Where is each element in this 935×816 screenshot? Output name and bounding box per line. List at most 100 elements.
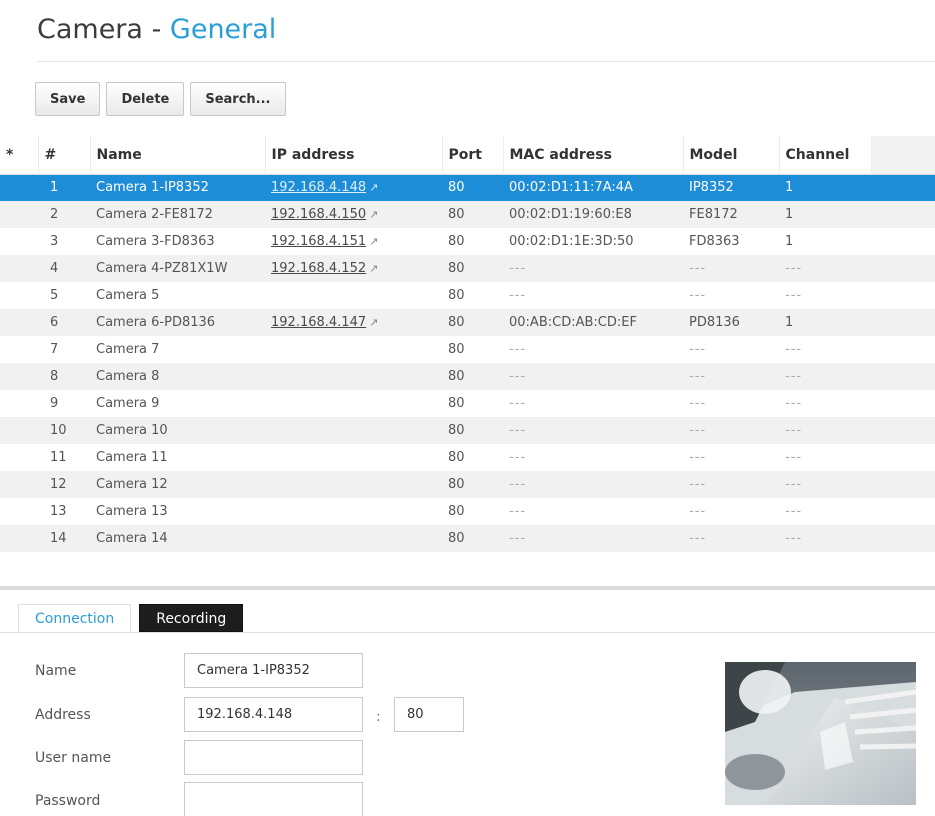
delete-button[interactable]: Delete [106, 82, 185, 116]
cell-star [0, 228, 38, 255]
address-field[interactable] [184, 697, 363, 732]
table-row[interactable]: 8 Camera 8 80 --- --- --- [0, 363, 935, 390]
external-link-icon[interactable]: ↗ [369, 181, 378, 194]
cell-spacer [871, 255, 935, 282]
password-field[interactable] [184, 782, 363, 816]
table-header: * # Name IP address Port MAC address Mod… [0, 136, 935, 174]
ip-link[interactable]: 192.168.4.150 [271, 207, 366, 222]
table-row[interactable]: 4 Camera 4-PZ81X1W 192.168.4.152 ↗ 80 --- --- -… [0, 255, 935, 282]
external-link-icon[interactable]: ↗ [369, 208, 378, 221]
tab-connection[interactable]: Connection [18, 604, 132, 632]
table-row[interactable]: 14 Camera 14 80 --- --- --- [0, 525, 935, 552]
col-header-star[interactable]: * [0, 136, 39, 174]
cell-model: --- [683, 363, 779, 390]
table-row[interactable]: 2 Camera 2-FE8172 192.168.4.150 ↗ 80 00:02:D1… [0, 201, 935, 228]
cell-name: Camera 12 [90, 471, 265, 498]
cell-model-text: --- [689, 423, 707, 438]
cell-mac: --- [503, 390, 683, 417]
ip-link[interactable]: 192.168.4.147 [271, 315, 366, 330]
save-button[interactable]: Save [35, 82, 101, 116]
cell-spacer [871, 201, 935, 228]
username-field[interactable] [184, 740, 363, 775]
external-link-icon[interactable]: ↗ [369, 262, 378, 275]
cell-name-text: Camera 3-FD8363 [96, 234, 215, 249]
col-header-mac[interactable]: MAC address [503, 136, 684, 174]
table-row[interactable]: 6 Camera 6-PD8136 192.168.4.147 ↗ 80 00:AB:CD… [0, 309, 935, 336]
password-label: Password [35, 793, 101, 809]
cell-channel-text: --- [785, 369, 803, 384]
cell-star [0, 282, 38, 309]
col-header-port[interactable]: Port [442, 136, 504, 174]
tab-recording[interactable]: Recording [139, 604, 244, 632]
cell-star [0, 255, 38, 282]
col-header-spacer [871, 136, 935, 174]
col-header-channel[interactable]: Channel [779, 136, 872, 174]
table-row[interactable]: 10 Camera 10 80 --- --- --- [0, 417, 935, 444]
cell-port-text: 80 [448, 477, 465, 492]
cell-port-text: 80 [448, 450, 465, 465]
page-title: Camera - General [37, 14, 276, 45]
table-row[interactable]: 7 Camera 7 80 --- --- --- [0, 336, 935, 363]
ip-link[interactable]: 192.168.4.151 [271, 234, 366, 249]
table-row[interactable]: 11 Camera 11 80 --- --- --- [0, 444, 935, 471]
cell-ip [265, 363, 442, 390]
col-header-number[interactable]: # [38, 136, 91, 174]
cell-model-text: --- [689, 450, 707, 465]
cell-port: 80 [442, 471, 503, 498]
camera-preview-scene [725, 662, 916, 805]
cell-mac-text: --- [509, 261, 527, 276]
cell-star [0, 309, 38, 336]
col-header-name[interactable]: Name [90, 136, 266, 174]
table-row[interactable]: 5 Camera 5 80 --- --- --- [0, 282, 935, 309]
cell-model-text: --- [689, 504, 707, 519]
cell-ip [265, 417, 442, 444]
cell-number: 9 [38, 390, 90, 417]
cell-spacer [871, 444, 935, 471]
table-row[interactable]: 12 Camera 12 80 --- --- --- [0, 471, 935, 498]
cell-star [0, 444, 38, 471]
cell-model-text: --- [689, 342, 707, 357]
cell-number-text: 3 [50, 234, 59, 249]
external-link-icon[interactable]: ↗ [369, 235, 378, 248]
cell-mac-text: --- [509, 342, 527, 357]
cell-port-text: 80 [448, 342, 465, 357]
cell-number-text: 12 [50, 477, 67, 492]
cell-channel-text: --- [785, 504, 803, 519]
port-separator: : [376, 709, 381, 725]
camera-table-container[interactable]: * # Name IP address Port MAC address Mod… [0, 136, 935, 586]
table-row[interactable]: 1 Camera 1-IP8352 192.168.4.148 ↗ 80 00:02:D1… [0, 174, 935, 201]
cell-channel-text: 1 [785, 234, 794, 249]
ip-link[interactable]: 192.168.4.148 [271, 180, 366, 195]
cell-name-text: Camera 6-PD8136 [96, 315, 216, 330]
cell-ip: 192.168.4.147 ↗ [265, 309, 442, 336]
cell-port-text: 80 [448, 315, 465, 330]
cell-ip [265, 444, 442, 471]
cell-mac: --- [503, 471, 683, 498]
col-header-ip[interactable]: IP address [265, 136, 443, 174]
name-field[interactable] [184, 653, 363, 688]
col-header-model[interactable]: Model [683, 136, 780, 174]
cell-ip: 192.168.4.150 ↗ [265, 201, 442, 228]
cell-channel: --- [779, 471, 871, 498]
cell-name-text: Camera 4-PZ81X1W [96, 261, 228, 276]
ip-link[interactable]: 192.168.4.152 [271, 261, 366, 276]
panel-splitter[interactable] [0, 586, 935, 590]
cell-name-text: Camera 13 [96, 504, 168, 519]
external-link-icon[interactable]: ↗ [369, 316, 378, 329]
cell-name-text: Camera 14 [96, 531, 168, 546]
search-button[interactable]: Search... [190, 82, 286, 116]
cell-mac-text: --- [509, 477, 527, 492]
cell-mac-text: 00:AB:CD:AB:CD:EF [509, 315, 637, 330]
cell-model: --- [683, 444, 779, 471]
cell-number-text: 2 [50, 207, 59, 222]
cell-mac-text: --- [509, 531, 527, 546]
table-row[interactable]: 9 Camera 9 80 --- --- --- [0, 390, 935, 417]
table-row[interactable]: 3 Camera 3-FD8363 192.168.4.151 ↗ 80 00:02:D1… [0, 228, 935, 255]
cell-port-text: 80 [448, 396, 465, 411]
cell-mac: --- [503, 282, 683, 309]
cell-channel-text: --- [785, 477, 803, 492]
table-row[interactable]: 13 Camera 13 80 --- --- --- [0, 498, 935, 525]
port-field[interactable] [394, 697, 464, 732]
cell-channel: --- [779, 417, 871, 444]
cell-port-text: 80 [448, 504, 465, 519]
